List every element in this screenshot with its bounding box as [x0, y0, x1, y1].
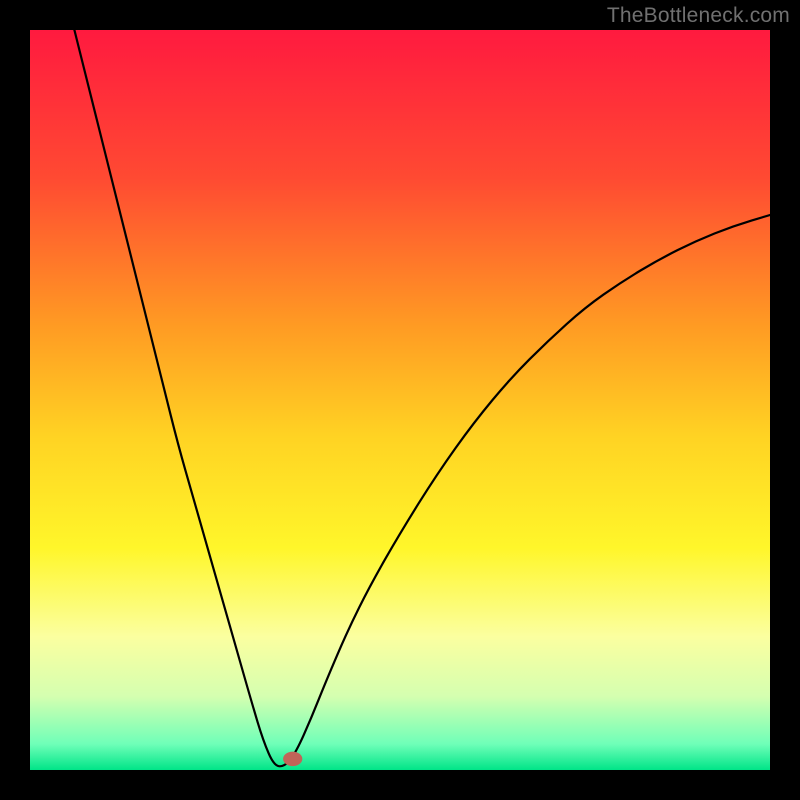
watermark-text: TheBottleneck.com	[607, 4, 790, 28]
plot-svg	[30, 30, 770, 770]
chart-frame: TheBottleneck.com	[0, 0, 800, 800]
chart-background	[30, 30, 770, 770]
plot-area	[30, 30, 770, 770]
minimum-marker	[283, 752, 302, 766]
